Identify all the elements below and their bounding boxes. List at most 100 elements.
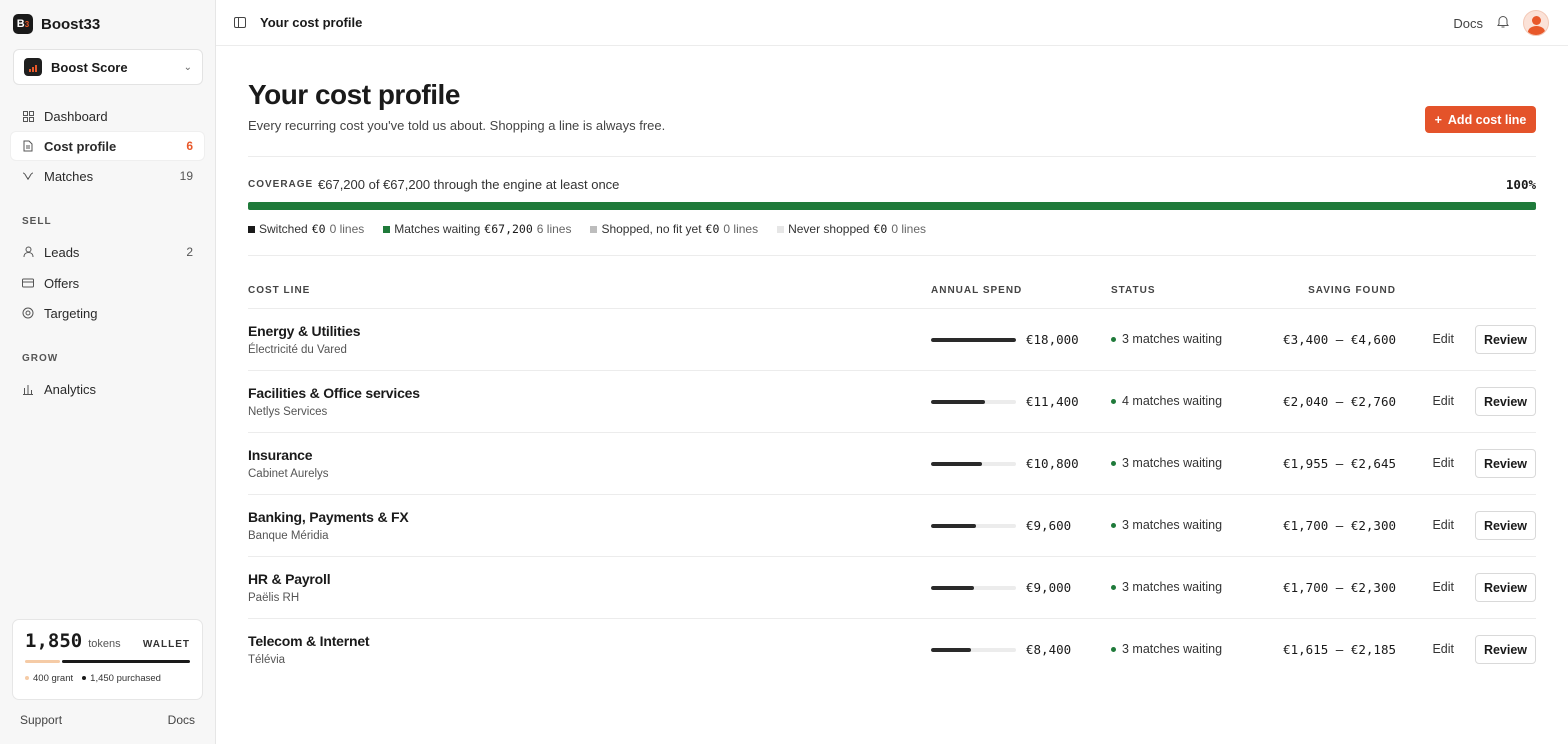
annual-spend-bar-fill [931,338,1016,342]
cost-line-vendor: Netlys Services [248,406,328,418]
user-icon [22,246,34,258]
edit-button[interactable]: Edit [1432,518,1454,532]
table-row[interactable]: Banking, Payments & FX Banque Méridia €9,6… [248,494,1536,556]
cost-line-vendor: Banque Méridia [248,530,329,542]
table-row[interactable]: HR & Payroll Paëlis RH €9,000 3 matches wai… [248,556,1536,618]
sidebar-item-label: Dashboard [44,108,108,124]
chevron-down-icon: ⌄ [183,61,192,73]
saving-found-value: €1,955 – €2,645 [1283,456,1396,471]
legend-lines: 6 lines [536,222,572,236]
table-row[interactable]: Insurance Cabinet Aurelys €10,800 3 matches… [248,432,1536,494]
sidebar-item-leads[interactable]: Leads 2 [11,238,204,266]
annual-spend-bar [931,338,1016,342]
annual-spend-value: €18,000 [1026,332,1079,347]
saving-found-value: €1,700 – €2,300 [1283,580,1396,595]
status-label: 3 matches waiting [1122,456,1223,470]
divider [248,156,1536,157]
annual-spend-bar [931,462,1016,466]
wallet-card[interactable]: 1,850 tokens WALLET 400 grant 1,450 purc… [12,619,203,700]
review-button[interactable]: Review [1475,325,1536,354]
brand[interactable]: B3 Boost33 [13,14,100,34]
review-button[interactable]: Review [1475,449,1536,478]
add-cost-line-button[interactable]: + Add cost line [1425,106,1536,133]
status-text: 3 matches waiting [1111,456,1222,470]
legend-lines: 0 lines [329,222,365,236]
saving-found-value: €3,400 – €4,600 [1283,332,1396,347]
review-button[interactable]: Review [1475,387,1536,416]
cost-line-name: Insurance [248,447,313,463]
sidebar-toggle-icon[interactable] [234,17,246,28]
sidebar-item-dashboard[interactable]: Dashboard [11,102,204,130]
section-label-sell: SELL [22,216,52,227]
sidebar: B3 Boost33 Boost Score ⌄ Dashboard Cost … [0,0,216,744]
wallet-grant-segment [25,660,60,663]
coverage-legend: Switched €0 0 lines Matches waiting €67,200 6… [248,222,926,236]
table-row[interactable]: Energy & Utilities Électricité du Vared €1… [248,308,1536,370]
annual-spend-bar [931,524,1016,528]
coverage-progress-bar [248,202,1536,210]
status-dot-icon [1111,398,1116,404]
table-row[interactable]: Facilities & Office services Netlys Servi… [248,370,1536,432]
cost-line-vendor: Paëlis RH [248,592,300,604]
avatar[interactable] [1523,10,1549,36]
annual-spend-bar [931,586,1016,590]
annual-spend-bar-fill [931,524,977,528]
wallet-legend-grant: 400 grant [25,673,73,684]
edit-button[interactable]: Edit [1432,332,1454,346]
annual-spend-bar-fill [931,586,974,590]
bell-icon[interactable] [1497,15,1509,31]
edit-button[interactable]: Edit [1432,580,1454,594]
sidebar-item-targeting[interactable]: Targeting [11,299,204,327]
legend-label: Shopped, no fit yet [601,222,702,236]
workspace-switcher[interactable]: Boost Score ⌄ [13,49,203,85]
sidebar-item-offers[interactable]: Offers [11,269,204,297]
legend-swatch [590,226,598,234]
support-link[interactable]: Support [20,713,62,727]
sidebar-item-cost-profile[interactable]: Cost profile 6 [11,132,204,160]
sidebar-item-analytics[interactable]: Analytics [11,375,204,403]
breadcrumb: Your cost profile [260,15,363,30]
status-text: 3 matches waiting [1111,580,1222,594]
footer-docs-link[interactable]: Docs [168,713,195,727]
edit-button[interactable]: Edit [1432,394,1454,408]
nav-count-badge: 6 [186,139,193,153]
edit-button[interactable]: Edit [1432,456,1454,470]
review-button[interactable]: Review [1475,573,1536,602]
docs-link[interactable]: Docs [1453,16,1483,31]
saving-found-value: €1,615 – €2,185 [1283,642,1396,657]
workspace-name: Boost Score [51,59,128,75]
annual-spend-value: €8,400 [1026,642,1072,657]
column-header-status: STATUS [1111,285,1156,296]
review-button[interactable]: Review [1475,511,1536,540]
document-icon [22,140,34,152]
edit-button[interactable]: Edit [1432,642,1454,656]
review-button[interactable]: Review [1475,635,1536,664]
wallet-purchased-segment [61,660,190,663]
annual-spend-bar-fill [931,400,985,404]
annual-spend-value: €9,000 [1026,580,1072,595]
nav-count-badge: 19 [179,169,193,183]
status-label: 3 matches waiting [1122,332,1223,346]
status-dot-icon [1111,460,1116,466]
status-dot-icon [1111,646,1116,652]
main-area: Your cost profile Docs Your cost profile… [216,0,1568,744]
legend-label: Matches waiting [394,222,481,236]
coverage-legend-item: Shopped, no fit yet €0 0 lines [590,222,758,236]
sidebar-footer: Support Docs [20,713,195,727]
sidebar-item-matches[interactable]: Matches 19 [11,162,204,190]
brand-logo-icon: B3 [13,14,33,34]
legend-swatch [248,226,255,234]
sidebar-item-label: Matches [44,168,94,184]
plus-icon: + [1434,112,1442,127]
sidebar-item-label: Cost profile [44,138,117,154]
status-text: 3 matches waiting [1111,518,1222,532]
status-label: 3 matches waiting [1122,580,1223,594]
table-row[interactable]: Telecom & Internet Télévia €8,400 3 matches… [248,618,1536,680]
legend-amount: €67,200 [484,222,533,236]
cost-line-name: Facilities & Office services [248,385,420,401]
sidebar-item-label: Analytics [44,381,97,397]
page-title: Your cost profile [248,79,460,110]
annual-spend-bar-fill [931,648,971,652]
workspace-chart-icon [24,58,42,76]
cost-line-name: HR & Payroll [248,571,331,587]
